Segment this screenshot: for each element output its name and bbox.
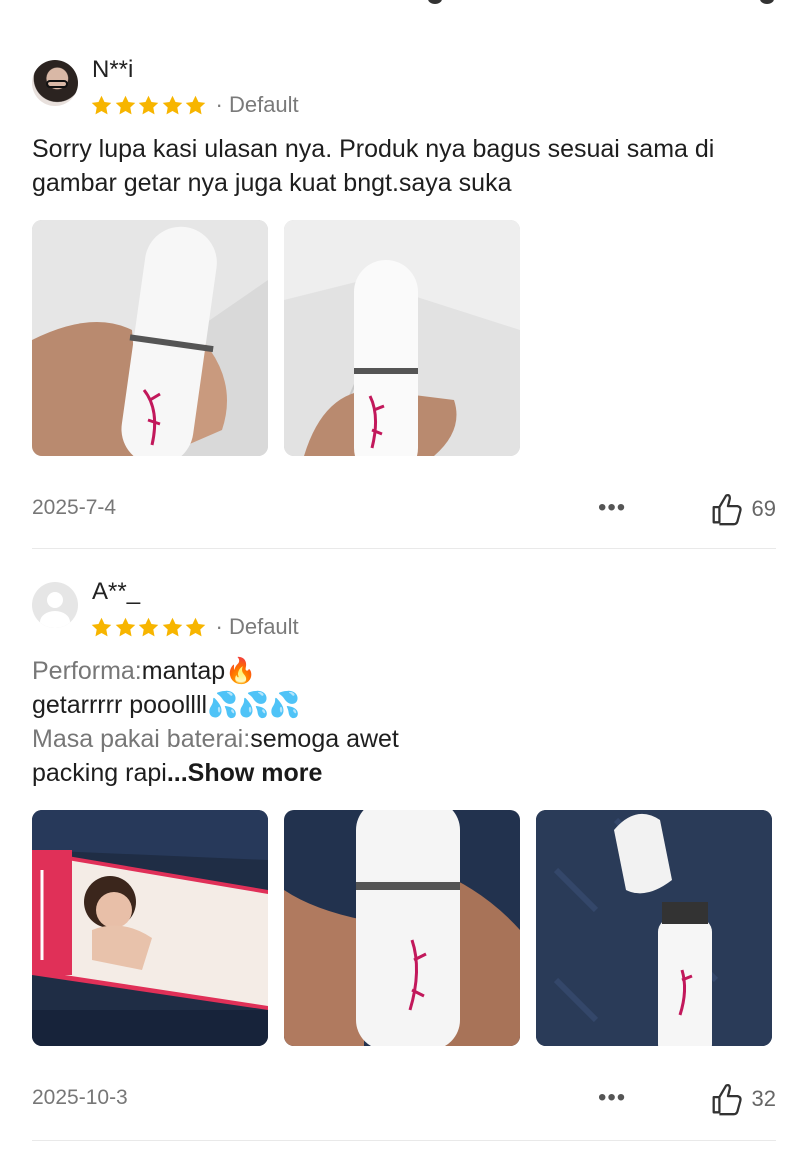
star-icon	[137, 94, 160, 117]
review-date: 2025-7-4	[32, 496, 117, 519]
review-photo[interactable]	[32, 220, 268, 456]
review-divider	[32, 1140, 776, 1141]
username: A**_	[92, 578, 141, 605]
review-header: N**i · Default	[32, 56, 776, 126]
star-icon	[184, 94, 207, 117]
rating-row: · Default	[90, 92, 299, 118]
review-header: A**_ · Default	[32, 578, 776, 648]
show-more-link[interactable]: ...Show more	[167, 759, 323, 787]
review-card: A**_ · Default Performa:mantap🔥 getarrrr…	[32, 578, 776, 1120]
fire-emoji: 🔥	[225, 657, 257, 685]
review-footer: 2025-10-3 ••• 32	[32, 1080, 776, 1120]
variant-label: · Default	[215, 92, 299, 117]
star-icon	[90, 94, 113, 117]
review-photo[interactable]	[32, 810, 268, 1046]
review-photos	[32, 810, 776, 1046]
like-button[interactable]: 69	[708, 490, 776, 528]
review-date: 2025-10-3	[32, 1086, 128, 1109]
review-photos	[32, 220, 776, 456]
variant-label: · Default	[215, 614, 299, 639]
like-count: 69	[751, 496, 776, 521]
review-photo[interactable]	[284, 220, 520, 456]
star-icon	[161, 616, 184, 639]
thumbs-up-icon	[712, 1084, 742, 1116]
review-line: Masa pakai baterai:semoga awet	[32, 725, 399, 753]
review-line: Performa:mantap🔥	[32, 657, 257, 685]
rating-row: · Default	[90, 614, 299, 640]
star-icon	[90, 616, 113, 639]
star-icon	[137, 616, 160, 639]
more-dots-icon[interactable]: •••	[598, 494, 626, 522]
review-divider	[32, 548, 776, 549]
star-icon	[114, 94, 137, 117]
review-text: Sorry lupa kasi ulasan nya. Produk nya b…	[32, 135, 715, 197]
avatar[interactable]	[32, 582, 78, 628]
username: N**i	[92, 56, 134, 83]
star-icon	[161, 94, 184, 117]
star-icon	[184, 616, 207, 639]
review-card: N**i · Default Sorry lupa kasi ulasan ny…	[32, 56, 776, 530]
thumbs-up-icon	[712, 494, 742, 526]
review-photo[interactable]	[284, 810, 520, 1046]
like-count: 32	[751, 1086, 776, 1111]
star-icon	[114, 616, 137, 639]
avatar[interactable]	[32, 60, 78, 106]
review-footer: 2025-7-4 ••• 69	[32, 490, 776, 530]
droplets-emoji: 💦💦💦	[207, 691, 301, 719]
review-text: Performa:mantap🔥 getarrrrr pooollll💦💦💦 M…	[32, 654, 776, 790]
like-button[interactable]: 32	[708, 1080, 776, 1118]
top-cut-edge	[0, 0, 800, 6]
review-line: getarrrrr pooollll💦💦💦	[32, 691, 301, 719]
more-dots-icon[interactable]: •••	[598, 1084, 626, 1112]
review-photo[interactable]	[536, 810, 772, 1046]
review-line: packing rapi...Show more	[32, 759, 323, 787]
